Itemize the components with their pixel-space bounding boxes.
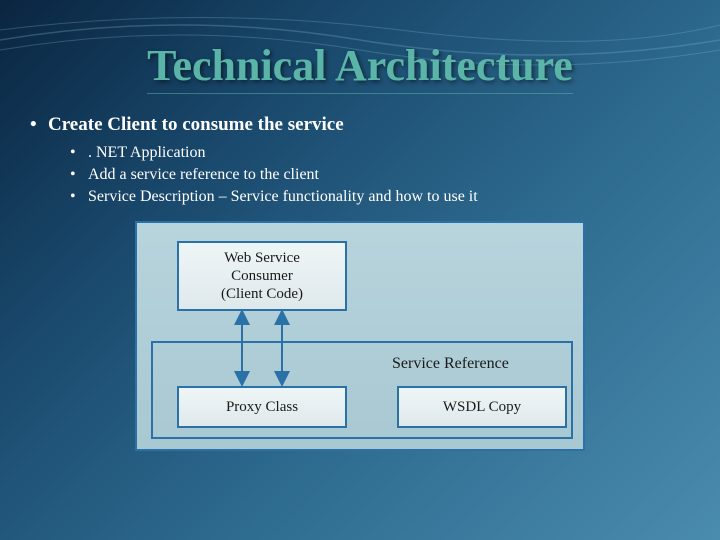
wsdl-copy-box: WSDL Copy [397,386,567,428]
main-bullet-text: Create Client to consume the service [48,114,344,135]
consumer-line: (Client Code) [221,285,303,303]
sub-bullet-list: •. NET Application •Add a service refere… [70,144,690,206]
web-service-consumer-box: Web Service Consumer (Client Code) [177,241,347,311]
consumer-line: Web Service [224,249,300,267]
proxy-class-text: Proxy Class [226,399,298,416]
sub-bullet: •. NET Application [70,144,690,162]
wsdl-copy-text: WSDL Copy [443,399,521,416]
bidirectional-arrow [227,311,297,386]
main-bullet: •Create Client to consume the service [30,114,690,136]
sub-bullet-text: Service Description – Service functional… [88,188,478,205]
sub-bullet-text: . NET Application [88,144,205,161]
decorative-wave [0,0,720,80]
sub-bullet: •Service Description – Service functiona… [70,188,690,206]
content-area: •Create Client to consume the service •.… [30,114,690,451]
service-reference-label: Service Reference [392,355,509,373]
consumer-line: Consumer [231,267,293,285]
sub-bullet-text: Add a service reference to the client [88,166,319,183]
architecture-diagram: Web Service Consumer (Client Code) Servi… [135,221,585,451]
sub-bullet: •Add a service reference to the client [70,166,690,184]
proxy-class-box: Proxy Class [177,386,347,428]
